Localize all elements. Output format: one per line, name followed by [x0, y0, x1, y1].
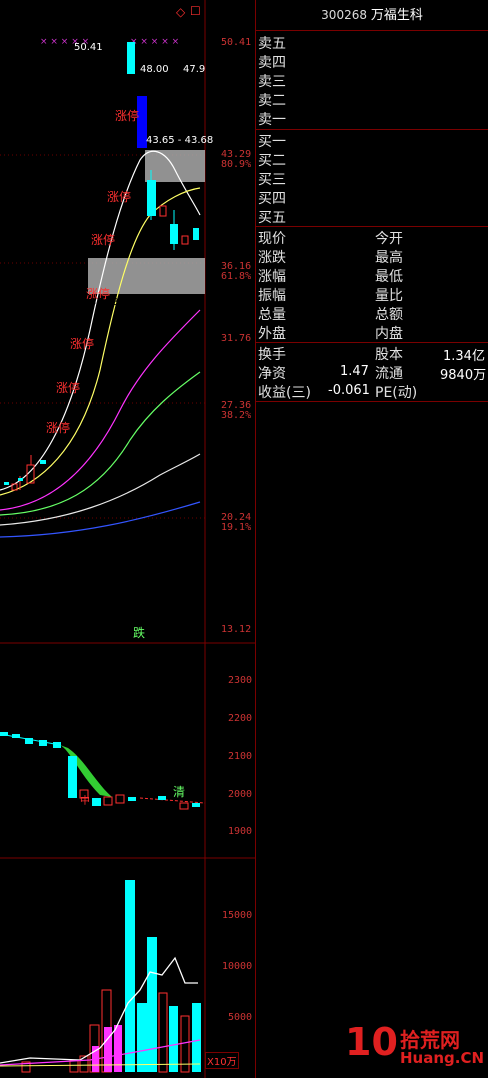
quote-label: 最低 [375, 269, 403, 285]
sell-level: 卖五 [258, 36, 286, 52]
zone3-label: 34.43 - 36.82 [90, 297, 157, 308]
zone1-labels: 48.00 47.9 [140, 64, 205, 75]
stock-code: 300268 [321, 8, 367, 22]
index-tick: 2300 [228, 675, 253, 686]
sell-level: 卖三 [258, 74, 286, 90]
volume-tick: 10000 [222, 961, 253, 972]
stock-title[interactable]: 300268 万福生科 [256, 4, 488, 23]
share-capital-value: 1.34亿 [443, 349, 485, 364]
price-tick: 31.76 [221, 333, 252, 344]
svg-text:涨停: 涨停 [56, 380, 80, 395]
buy-level: 买一 [258, 134, 286, 150]
quote-label: 最高 [375, 250, 403, 266]
svg-text:中: 中 [80, 794, 90, 807]
stock-name: 万福生科 [370, 8, 423, 23]
svg-text:涨停: 涨停 [107, 189, 131, 204]
buy-level: 买四 [258, 191, 286, 207]
quote-label: 今开 [375, 231, 403, 247]
quote-label: 总量 [258, 307, 286, 323]
fib-tick: 19.1% [221, 522, 252, 533]
volume-unit-label: X10万 [205, 1052, 239, 1069]
volume-tick: 15000 [222, 910, 253, 921]
pe-label: PE(动) [375, 385, 418, 401]
index-tick: 2200 [228, 713, 253, 724]
volume-bars [21, 880, 201, 1073]
quote-panel [255, 0, 488, 1078]
svg-text:× × × × ×: × × × × × [130, 37, 179, 47]
net-assets-value: 1.47 [340, 364, 369, 379]
quote-label: 涨跌 [258, 250, 286, 266]
eps-value: -0.061 [328, 383, 370, 398]
watermark-latin: Huang.CN [400, 1049, 485, 1067]
index-panel: 中 清 [0, 732, 206, 810]
turnover-label: 换手 [258, 347, 286, 363]
index-tick: 1900 [228, 826, 253, 837]
fib-tick: 80.9% [221, 159, 252, 170]
svg-text:47.9: 47.9 [183, 64, 205, 75]
limit-down-label: 跌 [133, 625, 145, 640]
watermark-digits: 10 [345, 1020, 398, 1064]
quote-label: 振幅 [258, 288, 286, 304]
index-tick: 2000 [228, 789, 253, 800]
sell-level: 卖四 [258, 55, 286, 71]
ma-white [0, 150, 201, 491]
svg-text:涨停: 涨停 [91, 232, 115, 247]
volume-tick: 5000 [228, 1012, 253, 1023]
fib-tick: 61.8% [221, 271, 252, 282]
quote-label: 涨幅 [258, 269, 286, 285]
quote-label: 内盘 [375, 326, 403, 342]
ma-magenta [0, 309, 201, 511]
watermark-logo: 10 拾荒网 Huang.CN [345, 1020, 485, 1072]
index-tick: 2100 [228, 751, 253, 762]
window-icon[interactable]: ☐ [190, 4, 201, 18]
svg-text:涨停: 涨停 [46, 420, 70, 435]
fib-tick: 38.2% [221, 410, 252, 421]
chart-svg[interactable]: × × × × × × × × × × 涨停 涨停 涨停 涨停 涨停 涨停 涨停 [0, 0, 256, 1078]
svg-text:涨停: 涨停 [115, 108, 139, 123]
buy-level: 买五 [258, 210, 286, 226]
svg-text:清: 清 [173, 785, 185, 799]
net-assets-label: 净资 [258, 366, 286, 382]
high-price-label: 50.41 [74, 42, 103, 53]
price-zone-upper [145, 150, 205, 182]
zone2-label: 43.65 - 43.68 [146, 135, 213, 146]
float-value: 9840万 [440, 368, 487, 383]
float-label: 流通 [375, 366, 403, 382]
eps-label: 收益(三) [258, 385, 311, 401]
share-capital-label: 股本 [375, 347, 403, 363]
ma-blue [0, 501, 201, 538]
svg-text:48.00: 48.00 [140, 64, 169, 75]
quote-label: 量比 [375, 288, 403, 304]
buy-level: 买二 [258, 153, 286, 169]
price-tick: 50.41 [221, 37, 252, 48]
quote-label: 总额 [375, 307, 403, 323]
sell-level: 卖一 [258, 112, 286, 128]
buy-level: 买三 [258, 172, 286, 188]
price-tick: 13.12 [221, 624, 252, 635]
svg-text:涨停: 涨停 [70, 336, 94, 351]
sell-level: 卖二 [258, 93, 286, 109]
marker-row: × × × × × × × × × × [40, 37, 179, 47]
quote-label: 外盘 [258, 326, 286, 342]
diamond-icon[interactable]: ◇ [176, 5, 185, 19]
quote-label: 现价 [258, 231, 286, 247]
